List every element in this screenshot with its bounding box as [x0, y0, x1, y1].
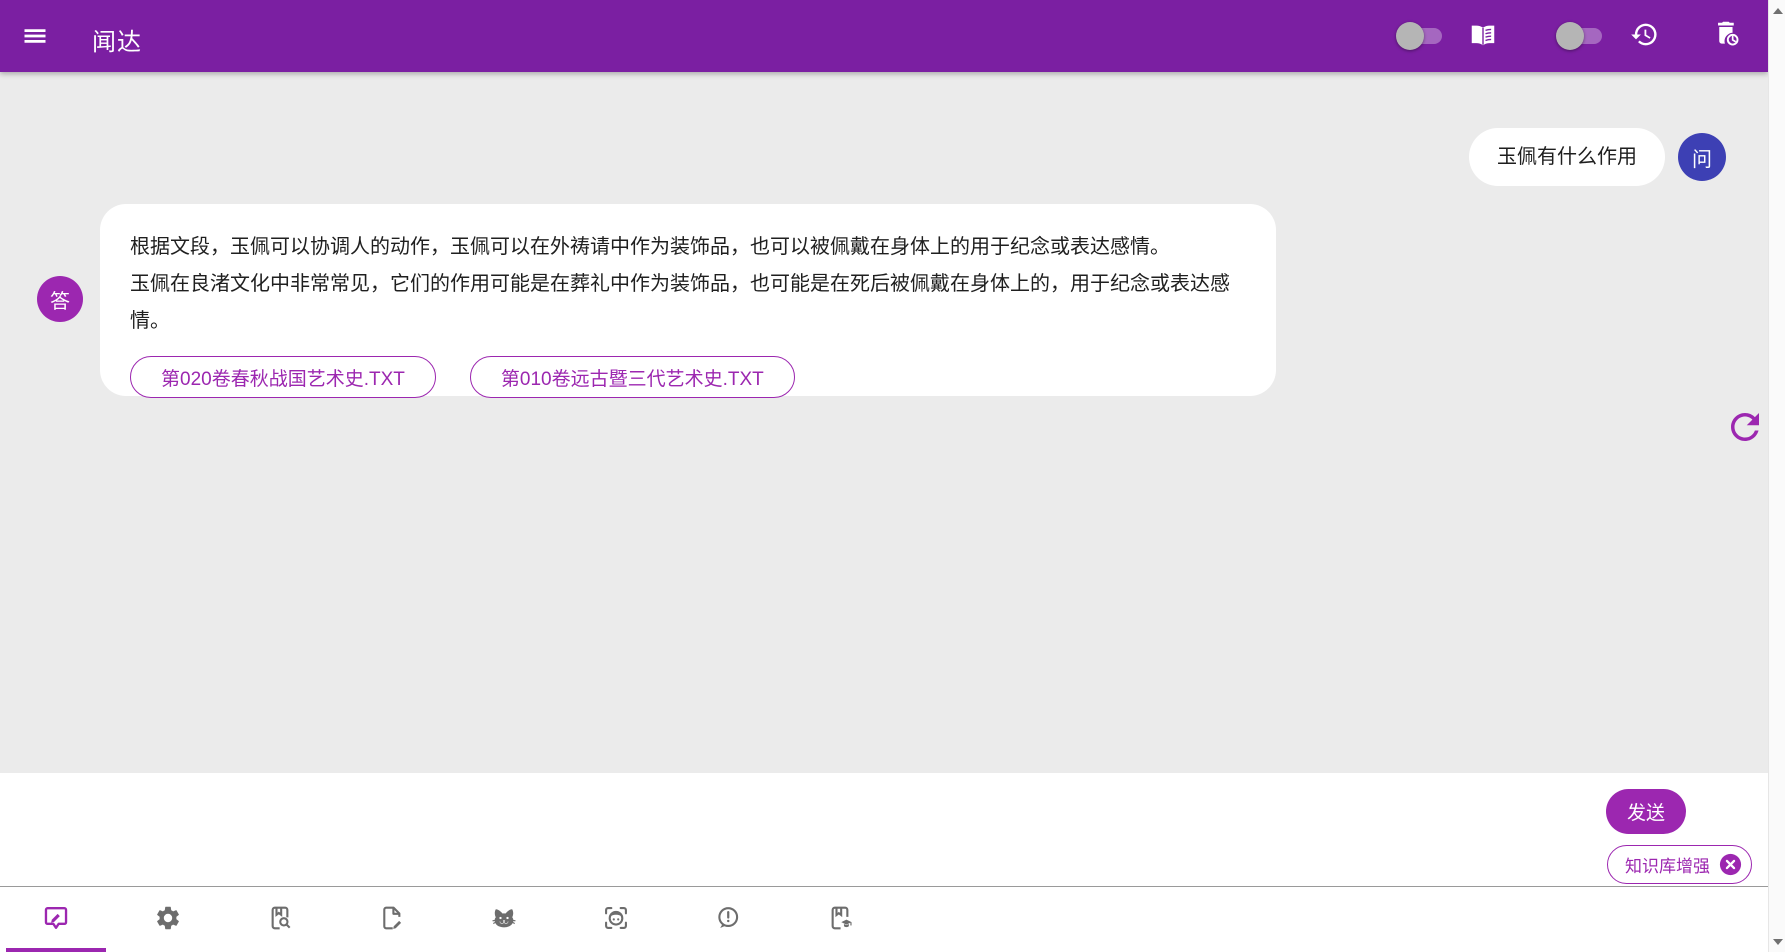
scrollbar-up-button[interactable] [1769, 2, 1785, 19]
tab-face-scan[interactable] [560, 887, 672, 952]
app-window: 闻达 玉佩有什么作用 问 答 根据文段，玉佩可以协调人的动作，玉佩可以在外祷请中… [0, 0, 1785, 952]
composer-section: 发送 知识库增强 [0, 773, 1768, 886]
auto-delete-button[interactable] [1712, 20, 1741, 52]
speech-bubble-exclamation-icon [714, 904, 742, 935]
toggle-thumb[interactable] [1396, 22, 1424, 50]
menu-button[interactable] [18, 20, 52, 54]
app-header: 闻达 [0, 0, 1768, 72]
book-button[interactable] [1468, 20, 1498, 53]
refresh-icon [1724, 406, 1766, 451]
user-question-bubble: 玉佩有什么作用 [1469, 128, 1665, 186]
question-row: 玉佩有什么作用 问 [1469, 128, 1726, 186]
answer-card: 根据文段，玉佩可以协调人的动作，玉佩可以在外祷请中作为装饰品，也可以被佩戴在身体… [100, 204, 1276, 398]
header-toggle-2[interactable] [1556, 0, 1604, 72]
knowledge-base-chip-label: 知识库增强 [1625, 857, 1710, 876]
triangle-down-icon [1772, 938, 1783, 945]
face-in-scan-frame-icon [602, 904, 630, 935]
tab-knowledge-search[interactable] [224, 887, 336, 952]
tab-settings[interactable] [112, 887, 224, 952]
tab-chat[interactable] [0, 887, 112, 952]
question-text: 玉佩有什么作用 [1497, 146, 1637, 168]
triangle-up-icon [1772, 7, 1783, 14]
toggle-thumb[interactable] [1556, 22, 1584, 50]
book-magnifier-icon [266, 904, 294, 935]
source-chip-2[interactable]: 第010卷远古暨三代艺术史.TXT [469, 356, 795, 398]
kb-chip-close-icon[interactable] [1719, 853, 1742, 876]
file-pencil-icon [378, 904, 406, 935]
header-toggle-1[interactable] [1396, 0, 1444, 72]
send-button[interactable]: 发送 [1606, 789, 1686, 834]
tab-library[interactable] [784, 887, 896, 952]
question-avatar: 问 [1678, 133, 1726, 181]
chat-area: 玉佩有什么作用 问 答 根据文段，玉佩可以协调人的动作，玉佩可以在外祷请中作为装… [0, 72, 1768, 773]
refresh-button[interactable] [1724, 407, 1766, 449]
source-chip-1[interactable]: 第020卷春秋战国艺术史.TXT [130, 356, 436, 398]
open-book-icon [1468, 20, 1498, 53]
hamburger-menu-icon [21, 22, 49, 53]
tab-document-edit[interactable] [336, 887, 448, 952]
gear-icon [154, 904, 182, 935]
answer-avatar: 答 [37, 276, 83, 322]
answer-line-2: 玉佩在良渚文化中非常常见，它们的作用可能是在葬礼中作为装饰品，也可能是在死后被佩… [130, 273, 1230, 332]
source-chips: 第020卷春秋战国艺术史.TXT 第010卷远古暨三代艺术史.TXT [130, 356, 1246, 398]
speech-bubble-pencil-icon [42, 904, 70, 935]
cat-face-icon [490, 904, 518, 935]
app-title: 闻达 [92, 29, 142, 56]
trash-with-clock-icon [1712, 20, 1741, 52]
bottom-toolbar [0, 887, 1768, 952]
answer-line-1: 根据文段，玉佩可以协调人的动作，玉佩可以在外祷请中作为装饰品，也可以被佩戴在身体… [130, 236, 1170, 258]
scrollbar-down-button[interactable] [1769, 933, 1785, 950]
history-button[interactable] [1630, 20, 1659, 52]
book-graduation-icon [826, 904, 854, 935]
knowledge-base-chip[interactable]: 知识库增强 [1607, 845, 1752, 884]
history-clock-icon [1630, 20, 1659, 52]
tab-feedback[interactable] [672, 887, 784, 952]
page-scrollbar[interactable] [1768, 0, 1785, 952]
tab-cat[interactable] [448, 887, 560, 952]
